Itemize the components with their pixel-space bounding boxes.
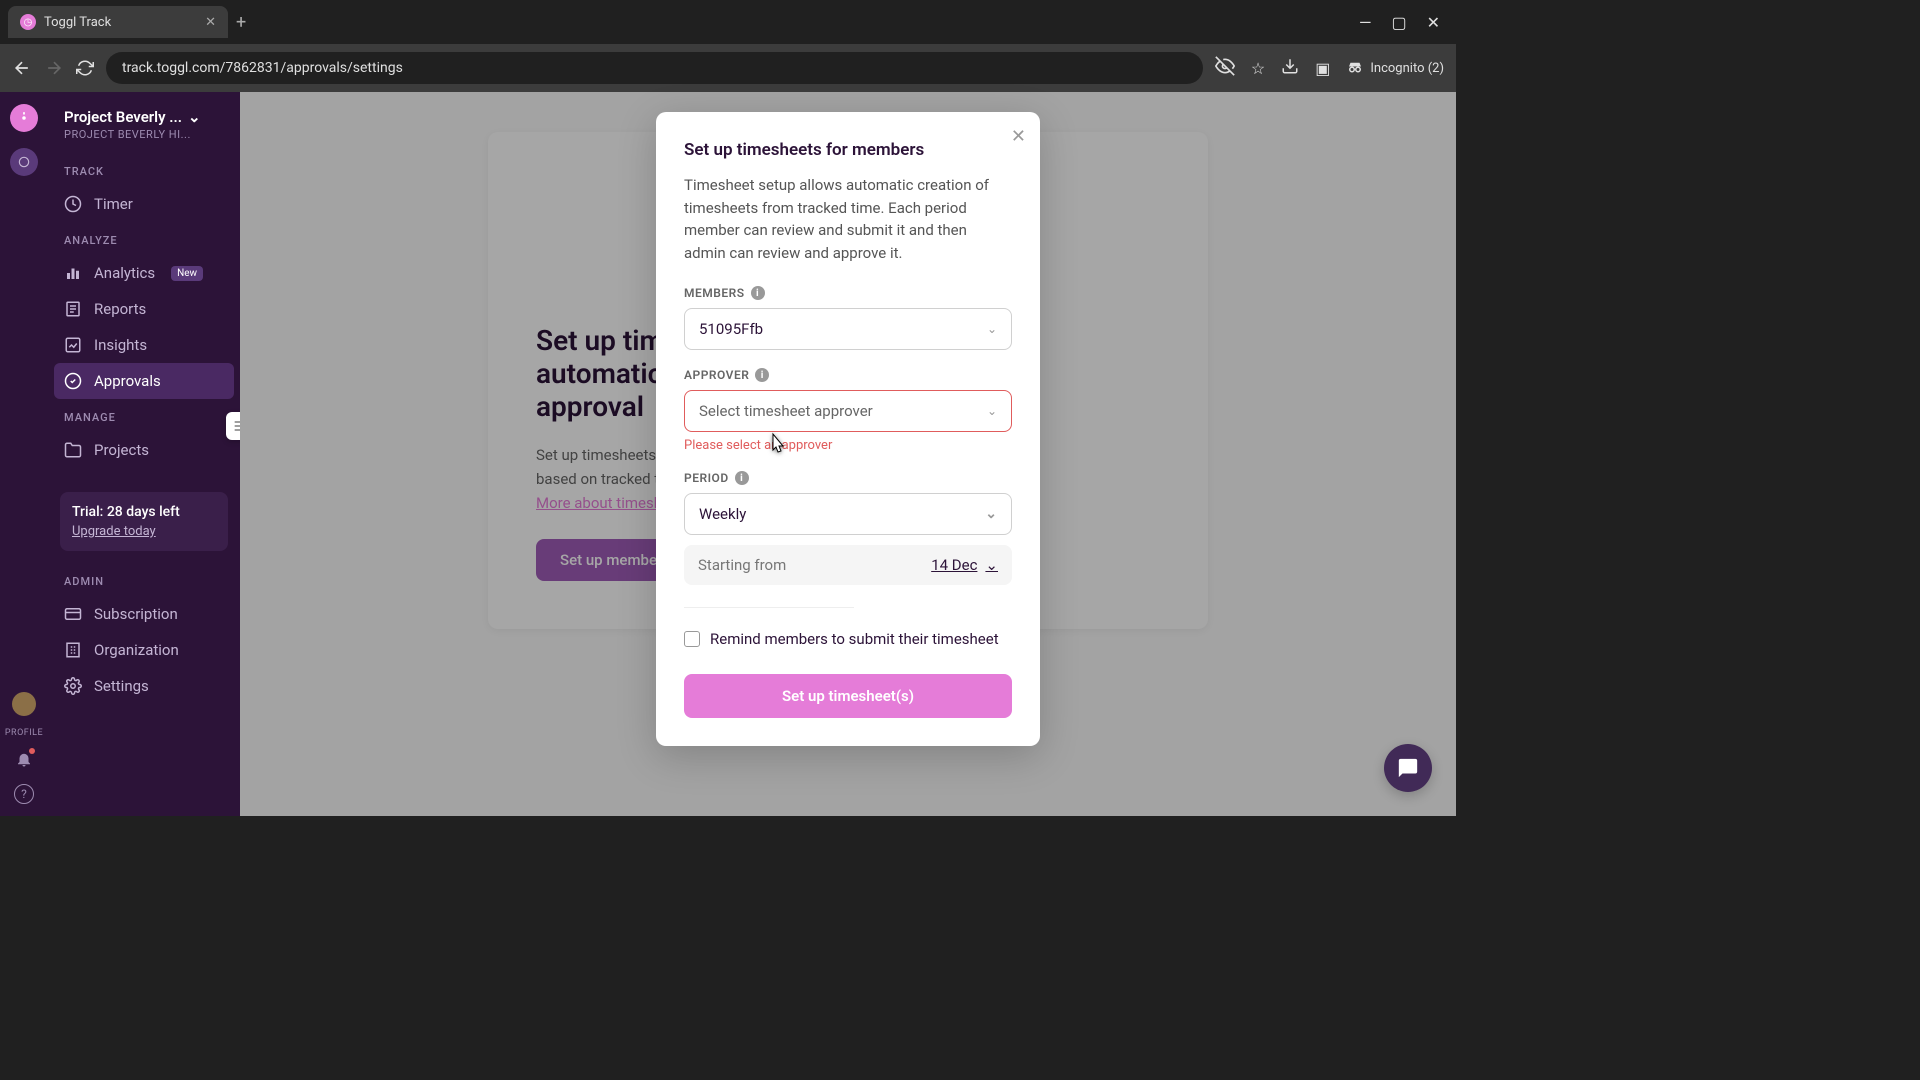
notification-bell-icon[interactable] [15,750,33,772]
starting-from-row: Starting from 14 Dec ⌄ [684,545,1012,585]
modal-overlay[interactable]: ✕ Set up timesheets for members Timeshee… [240,92,1456,816]
modal-description: Timesheet setup allows automatic creatio… [684,174,1012,264]
window-controls: — ▢ ✕ [1359,13,1448,32]
eye-off-icon[interactable] [1215,56,1235,80]
reload-button[interactable] [76,59,94,77]
members-select[interactable]: 51095Ffb ⌄ [684,308,1012,350]
setup-timesheets-modal: ✕ Set up timesheets for members Timeshee… [656,112,1040,746]
period-label: PERIOD i [684,471,1012,485]
close-tab-icon[interactable]: ✕ [205,15,216,30]
toggl-favicon: ◷ [20,14,36,30]
sidebar-item-approvals[interactable]: Approvals [54,363,234,399]
sidebar-item-reports[interactable]: Reports [48,291,240,327]
sidebar-item-organization[interactable]: Organization [48,632,240,668]
url-text: track.toggl.com/7862831/approvals/settin… [122,60,403,76]
chevron-down-icon: ⌄ [987,322,997,336]
upgrade-link[interactable]: Upgrade today [72,524,216,539]
chevron-down-icon: ⌄ [188,108,201,126]
approver-error: Please select an approver [684,438,1012,453]
url-bar[interactable]: track.toggl.com/7862831/approvals/settin… [106,52,1203,84]
modal-title: Set up timesheets for members [684,140,1012,160]
forward-button[interactable] [44,58,64,78]
minimize-icon[interactable]: — [1359,13,1372,32]
gear-icon [64,677,82,695]
members-label: MEMBERS i [684,286,1012,300]
tab-title: Toggl Track [44,15,111,30]
main-content: Timesheets APPROVED Set up timesheets fo… [240,92,1456,816]
chevron-down-icon: ⌄ [985,556,998,574]
workspace-switcher[interactable]: Project Beverly ... ⌄ PROJECT BEVERLY HI… [48,108,240,153]
sidebar-item-insights[interactable]: Insights [48,327,240,363]
browser-nav-bar: track.toggl.com/7862831/approvals/settin… [0,44,1456,92]
new-tab-button[interactable]: + [236,12,246,33]
browser-tab-bar: ◷ Toggl Track ✕ + — ▢ ✕ [0,0,1456,44]
chevron-down-icon: ⌄ [987,404,997,418]
close-modal-button[interactable]: ✕ [1011,126,1026,147]
incognito-indicator[interactable]: Incognito (2) [1346,59,1444,77]
section-manage: MANAGE [48,399,240,432]
folder-icon [64,441,82,459]
section-track: TRACK [48,153,240,186]
left-rail: PROFILE ? [0,92,48,816]
sidebar: Project Beverly ... ⌄ PROJECT BEVERLY HI… [48,92,240,816]
approver-label: APPROVER i [684,368,1012,382]
rail-app-icon[interactable] [10,104,38,132]
credit-card-icon [64,605,82,623]
chat-fab[interactable] [1384,744,1432,792]
info-icon[interactable]: i [751,286,765,300]
new-badge: New [171,266,203,281]
avatar[interactable] [12,692,36,716]
submit-button[interactable]: Set up timesheet(s) [684,674,1012,718]
section-analyze: ANALYZE [48,222,240,255]
profile-label: PROFILE [5,728,43,738]
starting-date-picker[interactable]: 14 Dec ⌄ [931,556,998,574]
sidebar-item-settings[interactable]: Settings [48,668,240,704]
info-icon[interactable]: i [755,368,769,382]
rail-secondary-icon[interactable] [10,148,38,176]
file-icon [64,300,82,318]
remind-checkbox[interactable] [684,631,700,647]
info-icon[interactable]: i [735,471,749,485]
close-window-icon[interactable]: ✕ [1427,13,1440,32]
browser-tab[interactable]: ◷ Toggl Track ✕ [8,6,228,38]
bookmark-star-icon[interactable]: ☆ [1251,59,1265,78]
browser-action-icons: ☆ ▣ Incognito (2) [1215,56,1444,80]
sidebar-item-subscription[interactable]: Subscription [48,596,240,632]
divider [684,607,854,608]
approver-select[interactable]: Select timesheet approver ⌄ [684,390,1012,432]
download-icon[interactable] [1281,57,1299,79]
trial-callout: Trial: 28 days left Upgrade today [60,492,228,551]
sidebar-item-timer[interactable]: Timer [48,186,240,222]
sidebar-item-analytics[interactable]: Analytics New [48,255,240,291]
remind-checkbox-row[interactable]: Remind members to submit their timesheet [684,630,1012,648]
help-icon[interactable]: ? [14,784,34,804]
period-select[interactable]: Weekly ⌄ [684,493,1012,535]
bar-chart-icon [64,264,82,282]
insights-icon [64,336,82,354]
sidebar-item-projects[interactable]: Projects [48,432,240,468]
back-button[interactable] [12,58,32,78]
clock-icon [64,195,82,213]
section-admin: ADMIN [48,563,240,596]
panel-icon[interactable]: ▣ [1315,59,1330,78]
chevron-down-icon: ⌄ [985,506,997,522]
building-icon [64,641,82,659]
maximize-icon[interactable]: ▢ [1391,13,1406,32]
check-circle-icon [64,372,82,390]
